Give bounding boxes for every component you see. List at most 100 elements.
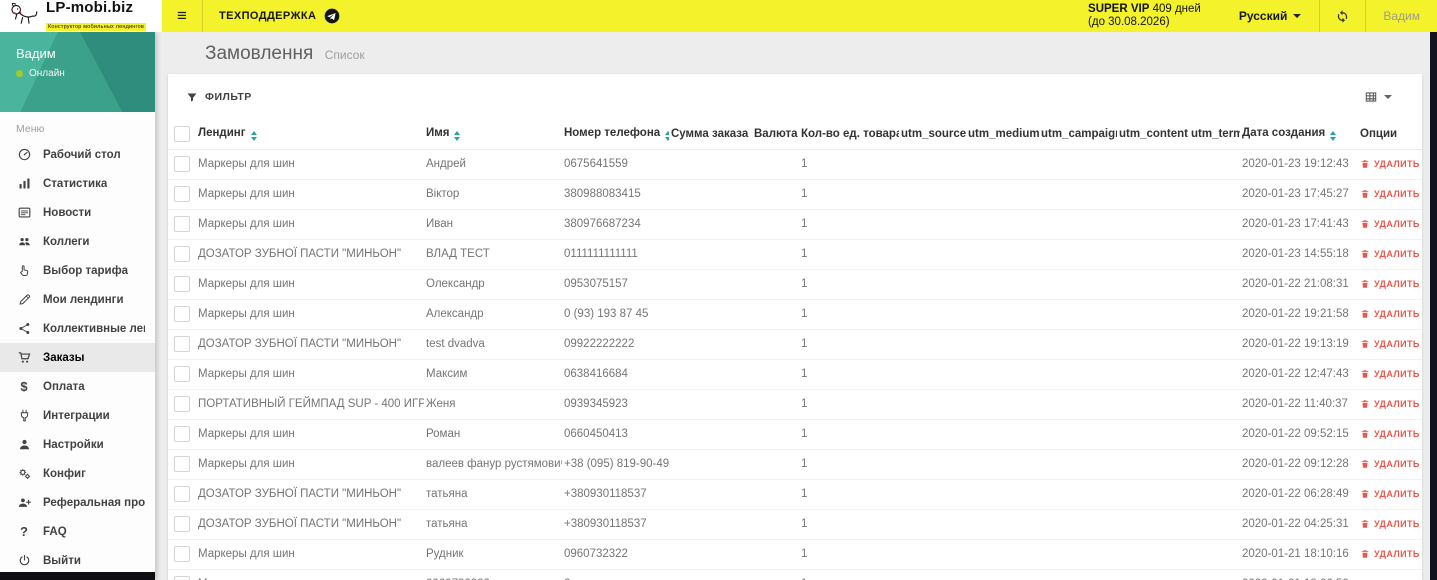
- sidebar-item-settings[interactable]: Настройки: [0, 430, 155, 459]
- row-checkbox[interactable]: [174, 456, 190, 472]
- sidebar-item-referral[interactable]: Реферальная программа: [0, 488, 155, 517]
- column-header-utm_content: utm_content: [1117, 119, 1189, 150]
- cell-utm_content: [1117, 329, 1189, 360]
- column-label: utm_source: [901, 128, 966, 140]
- sidebar-item-my-landings[interactable]: Мои лендинги: [0, 285, 155, 314]
- column-view-button[interactable]: [1364, 90, 1392, 104]
- delete-button[interactable]: УДАЛИТЬ: [1360, 309, 1420, 319]
- cell-utm_source: [899, 509, 966, 540]
- delete-button[interactable]: УДАЛИТЬ: [1360, 369, 1420, 379]
- orders-table-body: Маркеры для шин Андрей 0675641559 1 2020-01-…: [168, 149, 1422, 580]
- row-checkbox[interactable]: [174, 576, 190, 580]
- filter-bar: ФИЛЬТР: [168, 74, 1422, 119]
- delete-button[interactable]: УДАЛИТЬ: [1360, 489, 1420, 499]
- cell-qty: 1: [799, 149, 899, 180]
- cell-currency: [752, 539, 799, 570]
- row-checkbox[interactable]: [174, 276, 190, 292]
- cell-sum: [669, 419, 752, 450]
- cell-utm_term: [1189, 539, 1240, 570]
- dog-logo-icon: [7, 1, 41, 32]
- cell-utm_source: [899, 449, 966, 480]
- table-grid-icon: [1364, 90, 1378, 104]
- delete-button[interactable]: УДАЛИТЬ: [1360, 519, 1420, 529]
- row-checkbox[interactable]: [174, 396, 190, 412]
- sidebar-item-tariff[interactable]: Выбор тарифа: [0, 256, 155, 285]
- row-checkbox[interactable]: [174, 156, 190, 172]
- user-menu[interactable]: Вадим: [1366, 0, 1437, 32]
- row-checkbox[interactable]: [174, 336, 190, 352]
- cell-created: 2020-01-22 19:21:58: [1240, 299, 1350, 330]
- cell-phone: 0111111111111: [562, 239, 669, 270]
- row-checkbox[interactable]: [174, 486, 190, 502]
- delete-button[interactable]: УДАЛИТЬ: [1360, 459, 1420, 469]
- sidebar-item-stats[interactable]: Статистика: [0, 169, 155, 198]
- row-checkbox[interactable]: [174, 246, 190, 262]
- delete-button[interactable]: УДАЛИТЬ: [1360, 429, 1420, 439]
- delete-label: УДАЛИТЬ: [1374, 219, 1420, 229]
- row-checkbox[interactable]: [174, 306, 190, 322]
- cell-phone: 0960732322: [562, 539, 669, 570]
- row-checkbox[interactable]: [174, 216, 190, 232]
- column-header-name[interactable]: Имя: [424, 119, 562, 150]
- delete-button[interactable]: УДАЛИТЬ: [1360, 189, 1420, 199]
- row-checkbox[interactable]: [174, 366, 190, 382]
- sidebar-item-config[interactable]: Конфиг: [0, 459, 155, 488]
- row-checkbox[interactable]: [174, 426, 190, 442]
- cell-currency: [752, 509, 799, 540]
- delete-button[interactable]: УДАЛИТЬ: [1360, 249, 1420, 259]
- cell-utm_content: [1117, 359, 1189, 390]
- delete-label: УДАЛИТЬ: [1374, 309, 1420, 319]
- support-button[interactable]: ТЕХПОДДЕРЖКА: [203, 0, 356, 32]
- column-label: Опции: [1360, 128, 1398, 140]
- cell-landing: Маркеры для шин: [196, 269, 424, 300]
- delete-button[interactable]: УДАЛИТЬ: [1360, 279, 1420, 289]
- sidebar-item-collective-landings[interactable]: Коллективные лендинги: [0, 314, 155, 343]
- cell-utm_content: [1117, 569, 1189, 580]
- cell-sum: [669, 179, 752, 210]
- delete-label: УДАЛИТЬ: [1374, 249, 1420, 259]
- sidebar-item-orders[interactable]: Заказы: [0, 343, 155, 372]
- refresh-button[interactable]: [1320, 0, 1365, 32]
- cell-currency: [752, 569, 799, 580]
- sidebar-item-logout[interactable]: Выйти: [0, 546, 155, 575]
- table-header-row: Лендинг Имя Номер телефона Сумма заказа Валю…: [168, 119, 1422, 150]
- cell-name: татьяна: [424, 509, 562, 540]
- delete-button[interactable]: УДАЛИТЬ: [1360, 159, 1420, 169]
- delete-label: УДАЛИТЬ: [1374, 489, 1420, 499]
- page-scrollbar[interactable]: [1430, 32, 1437, 580]
- column-header-currency: Валюта: [752, 119, 799, 150]
- filter-button[interactable]: ФИЛЬТР: [186, 91, 252, 103]
- row-checkbox[interactable]: [174, 186, 190, 202]
- delete-button[interactable]: УДАЛИТЬ: [1360, 219, 1420, 229]
- column-header-landing[interactable]: Лендинг: [196, 119, 424, 150]
- cell-utm_source: [899, 269, 966, 300]
- delete-button[interactable]: УДАЛИТЬ: [1360, 339, 1420, 349]
- delete-button[interactable]: УДАЛИТЬ: [1360, 399, 1420, 409]
- sidebar-item-integrations[interactable]: Интеграции: [0, 401, 155, 430]
- cell-sum: [669, 269, 752, 300]
- delete-label: УДАЛИТЬ: [1374, 519, 1420, 529]
- language-selector[interactable]: Русский: [1221, 0, 1320, 32]
- cell-sum: [669, 149, 752, 180]
- select-all-checkbox[interactable]: [174, 126, 190, 142]
- logo[interactable]: LP-mobi.biz Конструктор мобильных лендин…: [0, 0, 162, 32]
- cell-utm_medium: [966, 479, 1039, 510]
- sidebar-item-faq[interactable]: ? FAQ: [0, 517, 155, 546]
- sidebar-item-dashboard[interactable]: Рабочий стол: [0, 140, 155, 169]
- delete-button[interactable]: УДАЛИТЬ: [1360, 549, 1420, 559]
- sidebar-item-colleagues[interactable]: Коллеги: [0, 227, 155, 256]
- sidebar-item-news[interactable]: Новости: [0, 198, 155, 227]
- sidebar-item-label: FAQ: [43, 525, 67, 538]
- cell-utm_content: [1117, 299, 1189, 330]
- row-checkbox[interactable]: [174, 546, 190, 562]
- cell-qty: 1: [799, 209, 899, 240]
- column-header-created[interactable]: Дата создания: [1240, 119, 1350, 150]
- menu-toggle-button[interactable]: ≡: [162, 0, 202, 32]
- sidebar-item-payment[interactable]: $ Оплата: [0, 372, 155, 401]
- cell-utm_term: [1189, 209, 1240, 240]
- trash-icon: [1360, 549, 1370, 559]
- app-window: LP-mobi.biz Конструктор мобильных лендин…: [0, 0, 1437, 580]
- row-checkbox[interactable]: [174, 516, 190, 532]
- column-header-phone[interactable]: Номер телефона: [562, 119, 669, 150]
- cell-qty: 1: [799, 239, 899, 270]
